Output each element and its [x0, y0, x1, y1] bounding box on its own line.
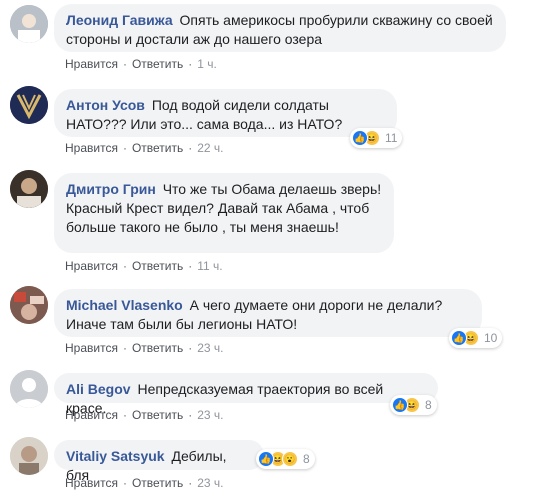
reactions-count: 11 [385, 131, 398, 145]
comment-time[interactable]: 23 ч. [197, 476, 223, 490]
like-button[interactable]: Нравится [65, 341, 118, 355]
comment-author[interactable]: Michael Vlasenko [66, 297, 183, 313]
comment-time[interactable]: 22 ч. [197, 141, 223, 155]
reactions-count: 8 [425, 398, 432, 412]
comment-time[interactable]: 23 ч. [197, 341, 223, 355]
like-icon: 👍 [451, 330, 467, 346]
avatar[interactable] [10, 5, 48, 43]
like-button[interactable]: Нравится [65, 408, 118, 422]
comment-bubble: Дмитро Грин Что же ты Обама делаешь звер… [54, 173, 394, 253]
reply-button[interactable]: Ответить [132, 57, 183, 71]
reactions-badge[interactable]: 👍 😆 10 [449, 328, 503, 348]
like-button[interactable]: Нравится [65, 259, 118, 273]
avatar[interactable] [10, 286, 48, 324]
like-button[interactable]: Нравится [65, 57, 118, 71]
comment-author[interactable]: Леонид Гавижа [66, 12, 173, 28]
comment-actions: Нравится · Ответить · 23 ч. [65, 341, 224, 355]
reactions-badge[interactable]: 👍 😆 8 [390, 395, 437, 415]
comment-time[interactable]: 1 ч. [197, 57, 217, 71]
like-icon: 👍 [352, 130, 368, 146]
comment-actions: Нравится · Ответить · 22 ч. [65, 141, 224, 155]
reactions-badge[interactable]: 👍 😆 😮 8 [256, 449, 315, 469]
comment-time[interactable]: 23 ч. [197, 408, 223, 422]
comment-author[interactable]: Антон Усов [66, 97, 145, 113]
like-icon: 👍 [392, 397, 408, 413]
reply-button[interactable]: Ответить [132, 141, 183, 155]
comment-author[interactable]: Ali Begov [66, 381, 131, 397]
reactions-count: 10 [484, 331, 498, 345]
reactions-count: 8 [303, 452, 310, 466]
avatar[interactable] [10, 86, 48, 124]
comment-actions: Нравится · Ответить · 11 ч. [65, 259, 223, 273]
comment-author[interactable]: Vitaliy Satsyuk [66, 448, 165, 464]
comment-bubble: Vitaliy Satsyuk Дебилы, бля [54, 440, 264, 483]
reply-button[interactable]: Ответить [132, 408, 183, 422]
reactions-badge[interactable]: 👍 😆 11 [350, 128, 403, 148]
comment-bubble: Ali Begov Непредсказуемая траектория во … [54, 373, 438, 416]
comment-bubble: Антон Усов Под водой сидели солдаты НАТО… [54, 89, 397, 137]
comment-bubble: Леонид Гавижа Опять америкосы пробурили … [54, 4, 506, 52]
comment-actions: Нравится · Ответить · 23 ч. [65, 408, 224, 422]
avatar[interactable] [10, 370, 48, 408]
avatar[interactable] [10, 437, 48, 475]
reply-button[interactable]: Ответить [132, 259, 183, 273]
comment-actions: Нравится · Ответить · 1 ч. [65, 57, 217, 71]
like-icon: 👍 [258, 451, 274, 467]
avatar[interactable] [10, 170, 48, 208]
comment-actions: Нравится · Ответить · 23 ч. [65, 476, 224, 490]
reply-button[interactable]: Ответить [132, 476, 183, 490]
like-button[interactable]: Нравится [65, 476, 118, 490]
comment-time[interactable]: 11 ч. [197, 259, 222, 273]
comment-author[interactable]: Дмитро Грин [66, 181, 156, 197]
reply-button[interactable]: Ответить [132, 341, 183, 355]
like-button[interactable]: Нравится [65, 141, 118, 155]
wow-icon: 😮 [282, 451, 298, 467]
comment-bubble: Michael Vlasenko А чего думаете они доро… [54, 289, 482, 337]
